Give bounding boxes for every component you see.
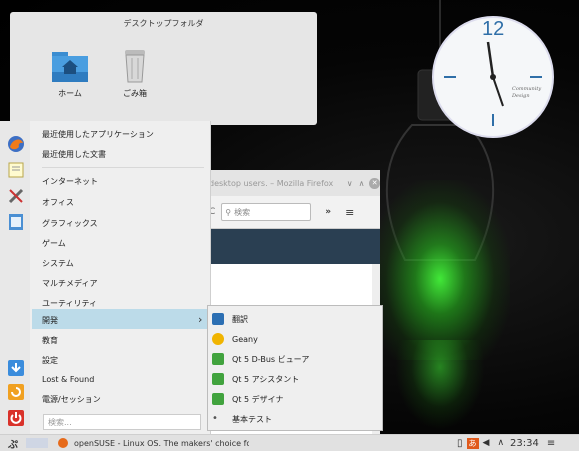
taskbar-task-title[interactable]: openSUSE - Linux OS. The makers' choice …: [74, 439, 249, 448]
home-folder-icon: [50, 48, 90, 84]
taskbar-panel: ぷ openSUSE - Linux OS. The makers' choic…: [0, 434, 579, 451]
search-icon: ⚲: [225, 207, 232, 217]
geany-icon: [212, 333, 224, 345]
volume-icon[interactable]: ◀: [483, 438, 490, 448]
hamburger-menu-icon[interactable]: ≡: [345, 206, 354, 219]
application-launcher-menu: 最近使用したアプリケーション 最近使用した文書 インターネット オフィス グラフ…: [0, 121, 211, 434]
submenu-item-basic-test[interactable]: • 基本テスト: [212, 410, 272, 428]
menu-item-system[interactable]: システム: [42, 258, 74, 269]
taskbar-clock[interactable]: 23:34: [510, 438, 539, 449]
clock-numeral-12: 12: [482, 18, 505, 40]
menu-item-utilities[interactable]: ユーティリティ: [42, 298, 97, 309]
folder-widget-title: デスクトップフォルダ: [123, 19, 204, 28]
submenu-item-label: 翻訳: [232, 314, 248, 324]
desktop-icon-home[interactable]: ホーム: [40, 48, 100, 99]
menu-separator: [42, 167, 204, 168]
menu-item-lost-and-found[interactable]: Lost & Found: [42, 375, 94, 384]
menu-item-settings[interactable]: 設定: [42, 355, 58, 366]
page-header-banner: [205, 229, 380, 264]
menu-item-power-session[interactable]: 電源/セッション: [42, 394, 101, 405]
desktop-icon-label: ごみ箱: [123, 89, 147, 98]
menu-item-office[interactable]: オフィス: [42, 197, 74, 208]
menu-item-education[interactable]: 教育: [42, 335, 58, 346]
search-placeholder: 検索: [234, 207, 251, 217]
pin-icon: •: [212, 413, 218, 424]
menu-recent-documents[interactable]: 最近使用した文書: [42, 149, 106, 160]
submenu-item-label: 基本テスト: [232, 414, 272, 424]
firefox-titlebar[interactable]: desktop users. – Mozilla Firefox ∨ ∧ ✕: [205, 170, 380, 196]
menu-selection-highlight: [32, 309, 210, 329]
chevron-right-icon: ›: [198, 313, 203, 326]
submenu-item-label: Qt 5 D-Bus ビューア: [232, 354, 310, 364]
submenu-item-label: Qt 5 アシスタント: [232, 374, 300, 384]
firefox-toolbar: C ⚲ 検索 » ≡: [205, 196, 380, 229]
submenu-item-geany[interactable]: Geany: [212, 330, 258, 348]
menu-item-graphics[interactable]: グラフィックス: [42, 218, 98, 229]
firefox-search-field[interactable]: ⚲ 検索: [221, 203, 312, 221]
submenu-item-label: Geany: [232, 334, 258, 344]
tools-favorite-icon[interactable]: [7, 187, 25, 205]
menu-favorites-sidebar: [0, 121, 30, 434]
application-launcher-icon[interactable]: ぷ: [8, 436, 18, 451]
development-submenu: 翻訳 Geany Qt 5 D-Bus ビューア Qt 5 アシスタント Qt …: [207, 305, 383, 431]
taskbar-firefox-icon: [58, 438, 68, 448]
switch-user-icon[interactable]: [7, 383, 25, 401]
desktop-icon-label: ホーム: [58, 89, 82, 98]
menu-search-input[interactable]: 検索...: [43, 414, 201, 430]
qt-assistant-icon: [212, 373, 224, 385]
desktop-icon-trash[interactable]: ごみ箱: [105, 48, 165, 99]
bulb-reflection: [395, 340, 485, 430]
maximize-icon[interactable]: ∧: [359, 179, 365, 188]
minimize-icon[interactable]: ∨: [347, 179, 353, 188]
menu-recent-applications[interactable]: 最近使用したアプリケーション: [42, 129, 154, 140]
menu-item-internet[interactable]: インターネット: [42, 176, 98, 187]
system-tray-expand-icon[interactable]: ∧: [497, 438, 504, 448]
analog-clock-widget: 12 Community Design: [430, 14, 556, 140]
notepad-favorite-icon[interactable]: [7, 161, 25, 179]
clock-caption: Community Design: [512, 86, 542, 99]
panel-menu-icon[interactable]: ≡: [547, 438, 555, 449]
submenu-item-qt5-designer[interactable]: Qt 5 デザイナ: [212, 390, 283, 408]
download-icon[interactable]: [7, 359, 25, 377]
submenu-item-qt5-dbus-viewer[interactable]: Qt 5 D-Bus ビューア: [212, 350, 309, 368]
window-title: desktop users. – Mozilla Firefox: [209, 178, 334, 188]
submenu-item-qt5-assistant[interactable]: Qt 5 アシスタント: [212, 370, 299, 388]
overflow-menu-button[interactable]: »: [325, 207, 331, 217]
translation-icon: [212, 313, 224, 325]
qt-designer-icon: [212, 393, 224, 405]
desktop-folder-widget: デスクトップフォルダ ホーム ごみ箱: [10, 12, 317, 125]
submenu-item-translation[interactable]: 翻訳: [212, 310, 248, 328]
trash-icon: [123, 48, 147, 84]
input-method-icon[interactable]: あ: [466, 437, 479, 449]
firefox-favorite-icon[interactable]: [7, 135, 25, 153]
clipboard-icon[interactable]: ▯: [457, 438, 463, 449]
bulb-glow: [370, 180, 510, 360]
menu-item-multimedia[interactable]: マルチメディア: [42, 278, 97, 289]
menu-item-development[interactable]: 開発: [42, 315, 58, 326]
power-icon[interactable]: [7, 409, 25, 427]
submenu-item-label: Qt 5 デザイナ: [232, 394, 284, 404]
desktop-pager[interactable]: [26, 438, 48, 448]
qt-dbus-icon: [212, 353, 224, 365]
spreadsheet-favorite-icon[interactable]: [7, 213, 25, 231]
close-icon[interactable]: ✕: [369, 177, 380, 189]
menu-item-games[interactable]: ゲーム: [42, 238, 66, 249]
